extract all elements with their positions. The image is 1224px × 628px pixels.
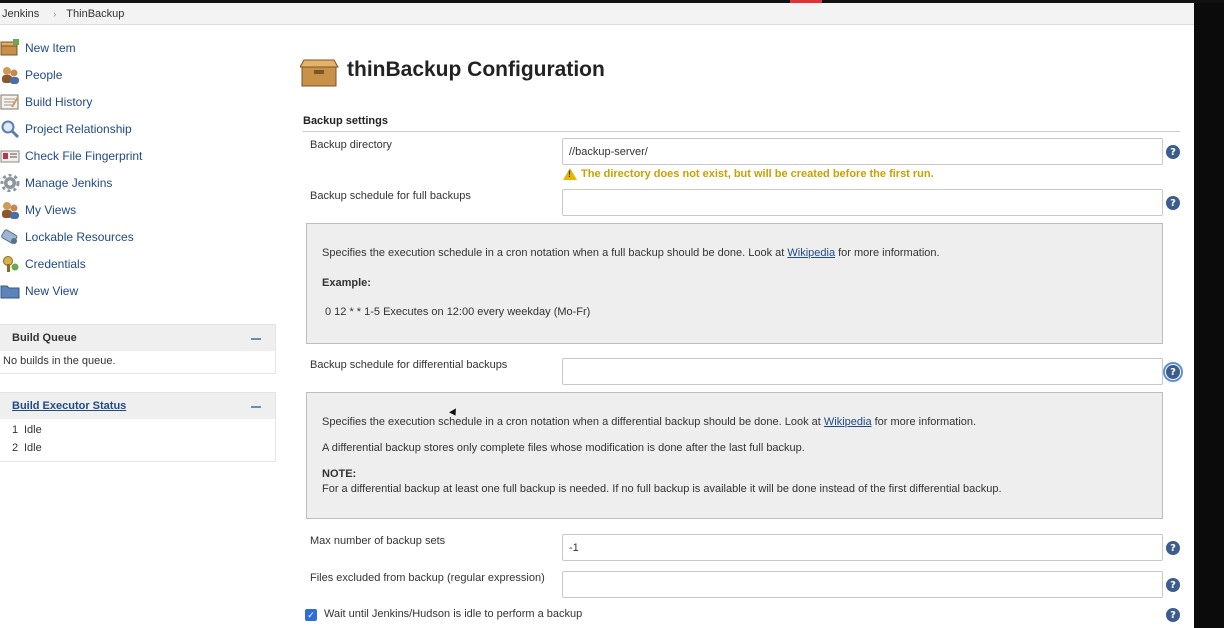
help-text: for more information. [835,247,940,259]
people-icon [0,66,20,84]
sidebar-item-label[interactable]: New View [25,284,78,298]
note-text: For a differential backup at least one f… [322,483,1002,495]
backup-directory-label: Backup directory [310,139,392,151]
wait-idle-label: Wait until Jenkins/Hudson is idle to per… [324,608,583,620]
example-text: 0 12 * * 1-5 Executes on 12:00 every wee… [325,306,591,318]
sidebar-item-label[interactable]: My Views [25,203,76,217]
full-schedule-input[interactable] [562,189,1163,216]
full-schedule-help: Specifies the execution schedule in a cr… [306,223,1163,344]
executor-number: 1 [12,424,19,436]
wait-idle-checkbox[interactable]: ✓ [305,609,317,621]
full-schedule-help-text: Specifies the execution schedule in a cr… [322,247,940,259]
sidebar-item-label[interactable]: Lockable Resources [25,230,134,244]
executor-status-title[interactable]: Build Executor Status [12,400,126,412]
diff-description: A differential backup stores only comple… [322,442,805,454]
breadcrumb-jenkins[interactable]: Jenkins [2,8,39,20]
window-edge [1194,0,1224,628]
folder-icon [0,282,20,300]
max-sets-label: Max number of backup sets [310,535,446,547]
sidebar-item-my-views[interactable]: My Views [0,199,76,221]
collapse-icon[interactable] [251,338,261,340]
backup-directory-input[interactable]: //backup-server/ [562,138,1163,165]
sidebar-item-label[interactable]: Build History [25,95,92,109]
top-edge [0,0,1224,3]
sidebar-item-new-view[interactable]: New View [0,280,78,302]
sidebar-item-label[interactable]: Manage Jenkins [25,176,112,190]
sidebar-item-check-file-fingerprint[interactable]: Check File Fingerprint [0,145,142,167]
gear-icon [0,173,20,193]
executor-list: 1 Idle 2 Idle [0,419,275,457]
lock-icon [0,228,20,246]
max-sets-input[interactable]: -1 [562,534,1163,561]
build-queue-title: Build Queue [12,332,77,344]
help-icon[interactable]: ? [1163,362,1183,382]
notepad-icon [0,93,20,111]
build-queue-header: Build Queue [0,325,275,351]
executor-number: 2 [12,442,19,454]
executor-state: Idle [24,442,42,454]
directory-warning-text: The directory does not exist, but will b… [581,168,934,180]
sidebar-item-label[interactable]: People [25,68,62,82]
wikipedia-link[interactable]: Wikipedia [824,416,872,428]
excluded-files-label: Files excluded from backup (regular expr… [310,572,545,584]
jenkins-page: Jenkins › ThinBackup New Item People Bui… [0,0,1194,628]
sidebar-item-label[interactable]: Check File Fingerprint [25,149,142,163]
collapse-icon[interactable] [251,406,261,408]
sidebar-item-project-relationship[interactable]: Project Relationship [0,118,132,140]
excluded-files-input[interactable] [562,571,1163,598]
search-icon [0,120,20,139]
help-icon[interactable]: ? [1166,541,1180,555]
example-heading: Example: [322,277,371,289]
diff-schedule-help: Specifies the execution schedule in a cr… [306,392,1163,519]
new-item-icon [0,39,20,57]
executor-state: Idle [24,424,42,436]
full-schedule-label: Backup schedule for full backups [310,190,471,202]
help-icon[interactable]: ? [1166,578,1180,592]
sidebar-item-label[interactable]: New Item [25,41,76,55]
sidebar-item-build-history[interactable]: Build History [0,91,92,113]
wikipedia-link[interactable]: Wikipedia [787,247,835,259]
help-icon[interactable]: ? [1166,145,1180,159]
section-divider [303,131,1180,132]
breadcrumb-separator: › [53,8,57,19]
build-queue-pane: Build Queue No builds in the queue. [0,324,276,374]
diff-schedule-input[interactable] [562,358,1163,385]
breadcrumb-thinbackup[interactable]: ThinBackup [66,8,124,20]
help-text: Specifies the execution schedule in a cr… [322,247,788,259]
directory-warning: The directory does not exist, but will b… [563,168,934,180]
box-icon [299,56,340,88]
warning-icon [563,168,577,180]
user-icon [0,201,20,219]
sidebar-item-manage-jenkins[interactable]: Manage Jenkins [0,172,112,194]
note-heading: NOTE: [322,468,357,480]
executor-status-header: Build Executor Status [0,393,275,419]
diff-schedule-help-text: Specifies the execution schedule in a cr… [322,416,976,428]
executor-status-pane: Build Executor Status 1 Idle 2 Idle [0,392,276,462]
sidebar-item-credentials[interactable]: Credentials [0,253,86,275]
diff-schedule-label: Backup schedule for differential backups [310,359,508,371]
breadcrumb: Jenkins › ThinBackup [0,3,1194,25]
help-text: Specifies the execution schedule in a cr… [322,416,824,428]
sidebar-item-people[interactable]: People [0,64,62,86]
sidebar-item-label[interactable]: Credentials [25,257,86,271]
help-icon[interactable]: ? [1166,196,1180,210]
executor-row: 1 Idle [0,421,275,439]
section-title: Backup settings [303,115,388,127]
help-icon[interactable]: ? [1166,608,1180,622]
fingerprint-icon [0,147,20,165]
sidebar-item-label[interactable]: Project Relationship [25,122,132,136]
credentials-icon [0,255,20,273]
page-title: thinBackup Configuration [347,58,605,81]
help-text: for more information. [871,416,977,428]
top-edge-accent [790,0,822,3]
sidebar-item-lockable-resources[interactable]: Lockable Resources [0,226,134,248]
executor-row: 2 Idle [0,439,275,457]
sidebar-item-new-item[interactable]: New Item [0,37,76,59]
build-queue-empty: No builds in the queue. [3,355,116,367]
